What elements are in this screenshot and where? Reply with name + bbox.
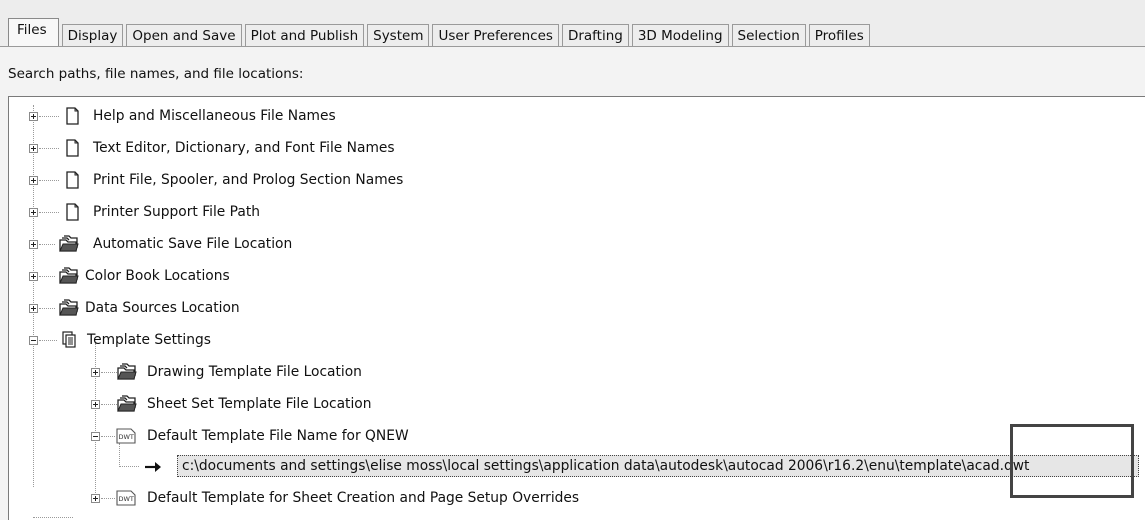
- tree-connector-line: [101, 436, 115, 437]
- collapse-toggle[interactable]: [91, 432, 100, 441]
- expand-toggle[interactable]: [29, 112, 38, 121]
- tree-connector-line: [119, 443, 120, 467]
- tree-item-label[interactable]: Default Template File Name for QNEW: [147, 428, 409, 444]
- expand-toggle[interactable]: [29, 304, 38, 313]
- options-tab-bar: Files Display Open and Save Plot and Pub…: [8, 18, 873, 46]
- tree-connector-line: [39, 276, 55, 277]
- annotation-highlight-box: [1010, 424, 1134, 498]
- expand-toggle[interactable]: [29, 272, 38, 281]
- tree-connector-line: [119, 466, 139, 467]
- tree-connector-line: [39, 308, 55, 309]
- tree-connector-line: [39, 180, 59, 181]
- tree-item-label[interactable]: Data Sources Location: [85, 300, 240, 316]
- svg-text:DWT: DWT: [119, 495, 134, 503]
- document-icon: [66, 171, 79, 189]
- tree-item-label[interactable]: Text Editor, Dictionary, and Font File N…: [93, 140, 395, 156]
- tab-selection[interactable]: Selection: [731, 24, 806, 46]
- tab-drafting[interactable]: Drafting: [561, 24, 629, 46]
- expand-toggle[interactable]: [91, 368, 100, 377]
- tree-item-label[interactable]: Help and Miscellaneous File Names: [93, 108, 336, 124]
- tab-3d-modeling[interactable]: 3D Modeling: [631, 24, 729, 46]
- tree-connector-line: [33, 517, 73, 518]
- expand-toggle[interactable]: [29, 240, 38, 249]
- tree-item-label[interactable]: Color Book Locations: [85, 268, 230, 284]
- tab-display[interactable]: Display: [61, 24, 124, 46]
- collapse-toggle[interactable]: [29, 336, 38, 345]
- tree-connector-line: [39, 116, 59, 117]
- document-icon: [66, 139, 79, 157]
- template-settings-icon: [62, 331, 76, 348]
- tree-item-label[interactable]: Automatic Save File Location: [93, 236, 292, 252]
- expand-toggle[interactable]: [29, 208, 38, 217]
- svg-text:DWT: DWT: [119, 433, 134, 441]
- folder-stack-icon: [117, 395, 137, 412]
- section-label: Search paths, file names, and file locat…: [8, 66, 304, 82]
- tab-system[interactable]: System: [367, 24, 430, 46]
- tree-item-label[interactable]: Template Settings: [87, 332, 211, 348]
- tab-profiles[interactable]: Profiles: [808, 24, 870, 46]
- expand-toggle[interactable]: [91, 400, 100, 409]
- tree-connector-line: [101, 498, 115, 499]
- expand-toggle[interactable]: [91, 494, 100, 503]
- tree-item-label[interactable]: Drawing Template File Location: [147, 364, 362, 380]
- tab-files[interactable]: Files: [8, 18, 59, 46]
- folder-stack-icon: [59, 235, 79, 252]
- document-icon: [66, 203, 79, 221]
- tree-item-label[interactable]: Print File, Spooler, and Prolog Section …: [93, 172, 403, 188]
- folder-stack-icon: [59, 267, 79, 284]
- folder-stack-icon: [117, 363, 137, 380]
- expand-toggle[interactable]: [29, 176, 38, 185]
- folder-stack-icon: [59, 299, 79, 316]
- dwt-file-icon: DWT: [116, 490, 136, 506]
- tree-connector-line: [33, 105, 34, 487]
- tree-connector-line: [95, 343, 96, 503]
- tab-plot-and-publish[interactable]: Plot and Publish: [244, 24, 365, 46]
- selected-path-text[interactable]: c:\documents and settings\elise moss\loc…: [182, 458, 1029, 474]
- dwt-file-icon: DWT: [116, 428, 136, 444]
- tab-user-preferences[interactable]: User Preferences: [432, 24, 559, 46]
- tree-item-label[interactable]: Printer Support File Path: [93, 204, 260, 220]
- file-search-path-tree[interactable]: Help and Miscellaneous File Names Text E…: [8, 96, 1145, 520]
- document-icon: [66, 107, 79, 125]
- tab-open-and-save[interactable]: Open and Save: [126, 24, 242, 46]
- selected-path-row[interactable]: c:\documents and settings\elise moss\loc…: [177, 455, 1139, 477]
- expand-toggle[interactable]: [29, 144, 38, 153]
- tree-connector-line: [39, 148, 59, 149]
- arrow-right-icon: [145, 462, 161, 472]
- tree-connector-line: [39, 340, 57, 341]
- tree-item-label[interactable]: Default Template for Sheet Creation and …: [147, 490, 579, 506]
- tree-item-label[interactable]: Sheet Set Template File Location: [147, 396, 371, 412]
- tree-connector-line: [39, 244, 55, 245]
- tree-connector-line: [39, 212, 59, 213]
